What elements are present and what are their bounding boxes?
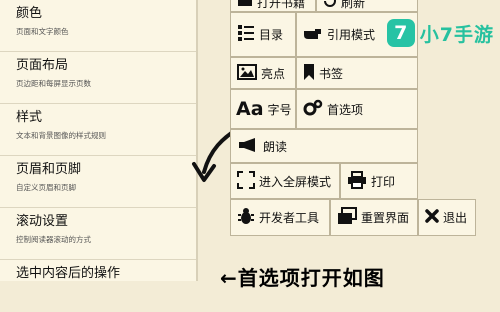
print-label: 打印 — [371, 174, 396, 189]
fullscreen-label: 进入全屏模式 — [259, 174, 332, 189]
toc-label: 目录 — [259, 28, 284, 42]
bookmark-icon — [303, 63, 315, 84]
setting-title: 样式 — [16, 110, 43, 125]
image-icon — [237, 63, 257, 83]
setting-title: 滚动设置 — [16, 214, 69, 229]
brightness-button[interactable]: 亮点 — [230, 57, 296, 89]
setting-title: 页面布局 — [16, 58, 69, 73]
toc-icon — [237, 24, 255, 45]
preferences-button[interactable]: 首选项 — [296, 89, 418, 129]
setting-item-style[interactable]: 样式 文本和背景图像的样式规则 — [0, 104, 196, 156]
gears-icon — [303, 99, 323, 120]
toc-button[interactable]: 目录 — [230, 12, 296, 57]
brightness-label: 亮点 — [261, 66, 286, 81]
reference-mode-label: 引用模式 — [327, 28, 376, 42]
read-aloud-button[interactable]: 朗读 — [230, 129, 418, 163]
open-book-label: 打开书籍 — [257, 0, 306, 10]
close-icon — [425, 209, 439, 226]
open-book-button[interactable]: 打开书籍 — [230, 0, 316, 12]
site-logo: 7 小7手游 — [386, 16, 494, 50]
fullscreen-button[interactable]: 进入全屏模式 — [230, 163, 340, 199]
print-button[interactable]: 打印 — [340, 163, 418, 199]
setting-desc: 自定义页眉和页脚 — [16, 183, 76, 192]
setting-desc: 控制阅读器滚动的方式 — [16, 235, 91, 244]
read-aloud-label: 朗读 — [263, 139, 288, 154]
setting-item-selection-action[interactable]: 选中内容后的操作 — [0, 260, 196, 312]
setting-desc: 文本和背景图像的样式规则 — [16, 131, 106, 140]
printer-icon — [347, 170, 367, 192]
logo-mark: 7 — [386, 19, 415, 47]
preferences-label: 首选项 — [327, 102, 364, 117]
setting-item-color[interactable]: 颜色 页面和文字颜色 — [0, 0, 196, 52]
megaphone-icon — [237, 137, 259, 156]
windows-icon — [337, 207, 357, 228]
devtools-label: 开发者工具 — [259, 211, 320, 225]
font-size-button[interactable]: Aa 字号 — [230, 89, 296, 129]
setting-title: 颜色 — [16, 6, 43, 21]
bookmark-label: 书签 — [319, 66, 344, 81]
font-size-label: 字号 — [267, 102, 292, 117]
setting-title: 页眉和页脚 — [16, 162, 82, 177]
font-size-icon: Aa — [236, 98, 264, 120]
refresh-label: 刷新 — [341, 0, 366, 10]
logo-text: 小7手游 — [419, 23, 494, 46]
caption: ←首选项打开如图 — [220, 266, 385, 290]
fullscreen-icon — [237, 170, 255, 192]
book-icon — [237, 0, 253, 10]
devtools-button[interactable]: 开发者工具 — [230, 199, 330, 236]
setting-item-page-layout[interactable]: 页面布局 页边距和每屏显示页数 — [0, 52, 196, 104]
bookmark-button[interactable]: 书签 — [296, 57, 418, 89]
reset-layout-label: 重置界面 — [361, 211, 410, 225]
refresh-button[interactable]: 刷新 — [316, 0, 418, 12]
setting-item-scrolling[interactable]: 滚动设置 控制阅读器滚动的方式 — [0, 208, 196, 260]
pointing-hand-icon — [303, 25, 323, 44]
setting-desc: 页边距和每屏显示页数 — [16, 79, 91, 88]
setting-desc: 页面和文字颜色 — [16, 27, 69, 36]
setting-item-header-footer[interactable]: 页眉和页脚 自定义页眉和页脚 — [0, 156, 196, 208]
reset-layout-button[interactable]: 重置界面 — [330, 199, 418, 236]
bug-icon — [237, 207, 255, 228]
settings-panel: 颜色 页面和文字颜色 页面布局 页边距和每屏显示页数 样式 文本和背景图像的样式… — [0, 0, 198, 281]
refresh-icon — [323, 0, 337, 10]
exit-label: 退出 — [443, 211, 468, 225]
setting-title: 选中内容后的操作 — [16, 266, 121, 281]
exit-button[interactable]: 退出 — [418, 199, 476, 236]
